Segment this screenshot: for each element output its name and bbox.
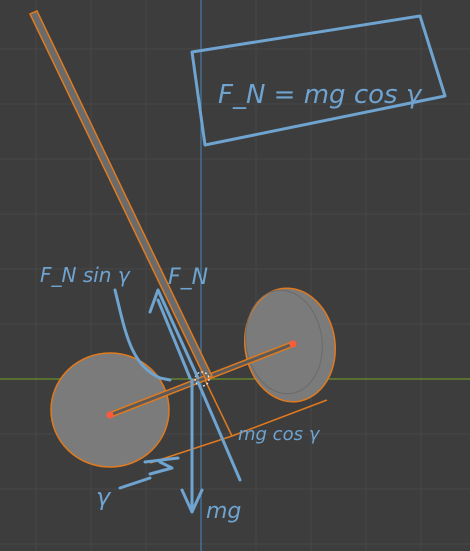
boxed-equation-text: F_N = mg cos γ xyxy=(218,80,423,110)
component-arrow xyxy=(196,380,242,482)
weight-label: mg xyxy=(206,499,241,524)
axle-end-left xyxy=(106,411,114,419)
angle-label: γ xyxy=(96,483,112,511)
viewport-canvas[interactable]: F_N = mg cos γ F_N F_N sin γ mg cos γ mg… xyxy=(0,0,470,551)
angle-arc xyxy=(143,456,180,476)
friction-label: F_N sin γ xyxy=(40,263,131,287)
handle-rod[interactable] xyxy=(28,10,213,382)
weight-arrow xyxy=(180,378,204,514)
axle-end-right xyxy=(289,340,297,348)
left-wheel[interactable] xyxy=(50,352,170,468)
normal-force-label: F_N xyxy=(168,265,208,290)
component-label: mg cos γ xyxy=(238,424,321,445)
3d-viewport[interactable]: F_N = mg cos γ F_N F_N sin γ mg cos γ mg… xyxy=(0,0,470,551)
